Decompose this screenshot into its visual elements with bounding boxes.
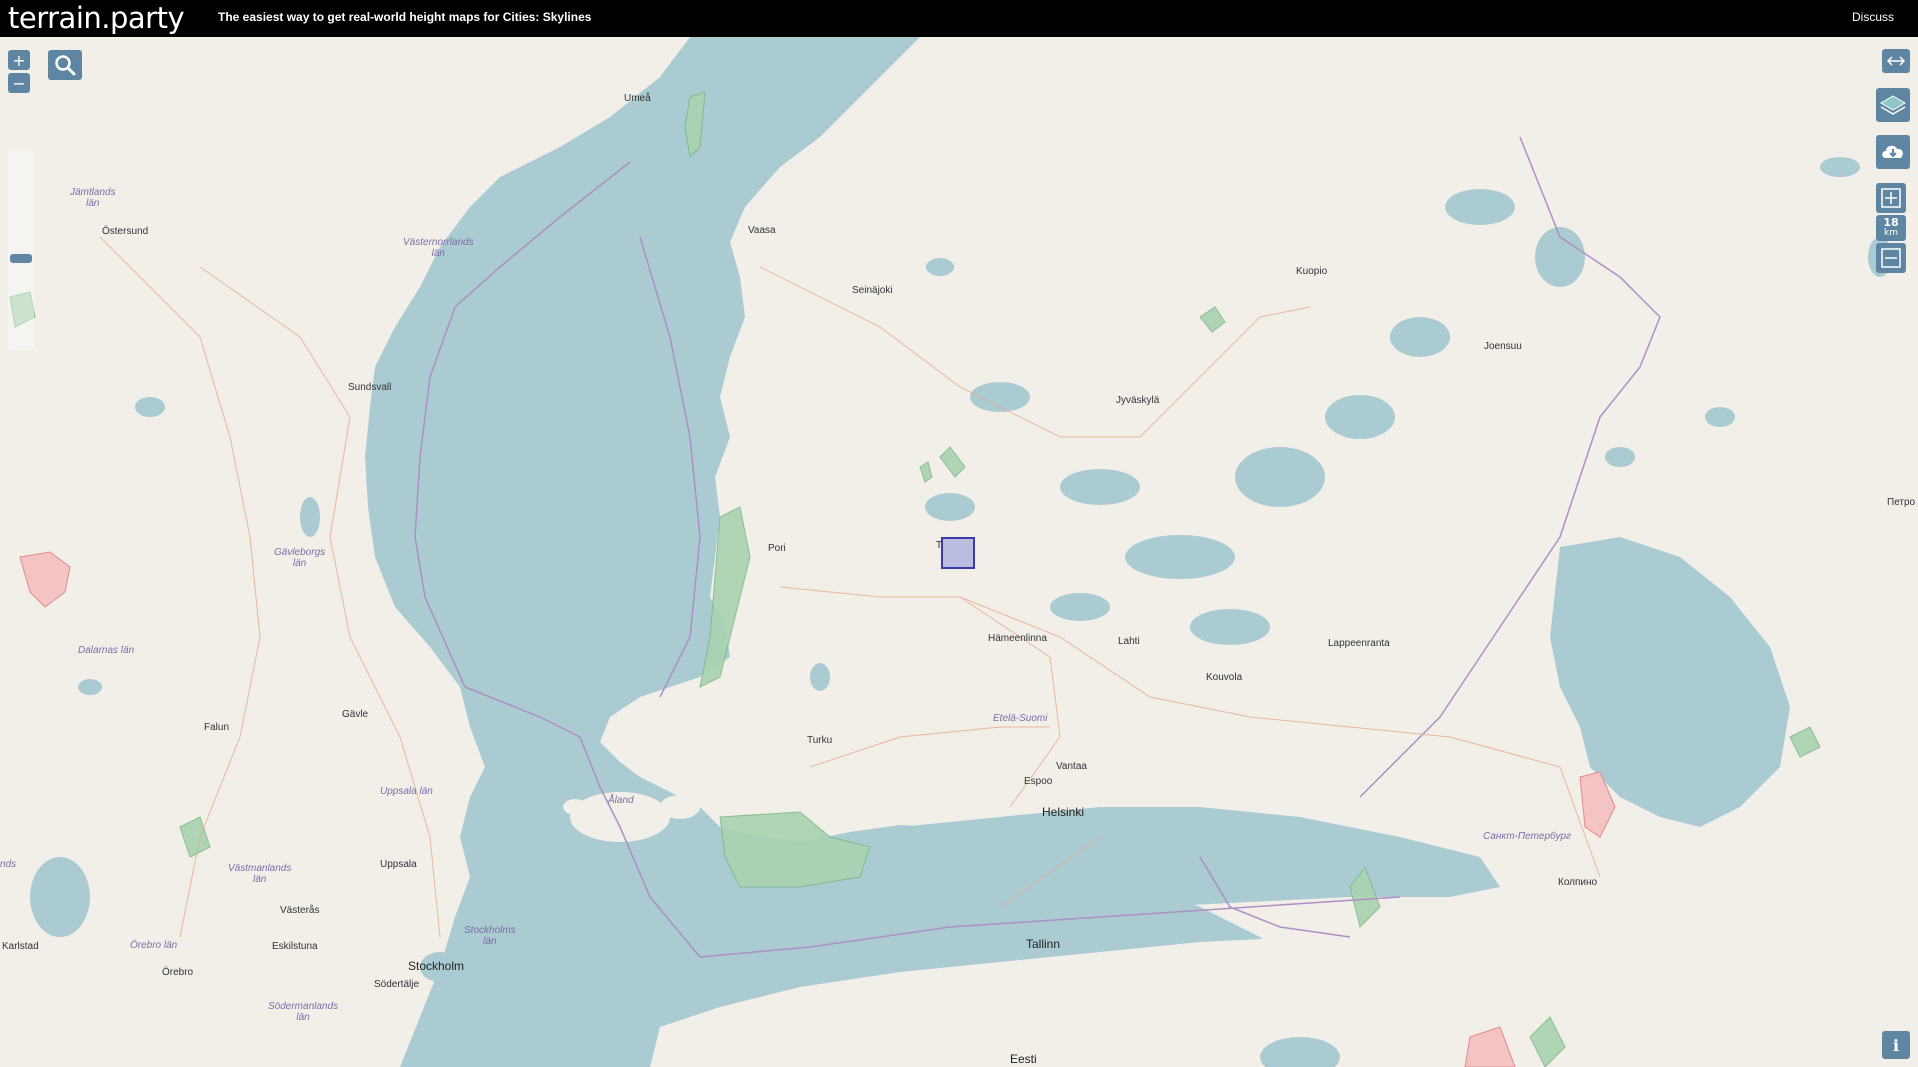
scale-indicator: 18 km xyxy=(1876,215,1906,241)
site-logo[interactable]: terrain.party xyxy=(8,0,185,36)
resize-toggle-button[interactable] xyxy=(1882,49,1910,73)
zoom-in-button[interactable]: + xyxy=(8,50,30,70)
label-lahti: Lahti xyxy=(1118,636,1140,647)
label-sodermanlands: Södermanlands län xyxy=(268,1001,339,1023)
label-petro: Петро xyxy=(1887,497,1916,508)
label-hameenlinna: Hämeenlinna xyxy=(988,633,1047,644)
tagline-text: The easiest way to get real-world height… xyxy=(218,10,503,24)
label-vasteras: Västerås xyxy=(280,905,320,916)
label-stockholms-lan: Stockholms län xyxy=(464,925,516,947)
label-eesti: Eesti xyxy=(1010,1052,1037,1066)
label-jamtlands: Jämtlands län xyxy=(70,187,116,209)
label-kuopio: Kuopio xyxy=(1296,266,1328,277)
label-pori: Pori xyxy=(768,543,786,554)
cloud-download-icon xyxy=(1882,145,1903,158)
tagline-game: Cities: Skylines xyxy=(502,10,592,24)
label-sundsvall: Sundsvall xyxy=(348,382,392,393)
label-etela-suomi: Etelä-Suomi xyxy=(993,713,1048,724)
label-vastmanlands: Västmanlands län xyxy=(228,863,292,885)
label-ostersund: Östersund xyxy=(102,226,149,237)
label-tallinn: Tallinn xyxy=(1026,937,1061,951)
label-lappeenranta: Lappeenranta xyxy=(1328,638,1390,649)
label-orebro: Örebro xyxy=(162,967,194,978)
info-icon: i xyxy=(1892,1035,1900,1055)
layers-button[interactable] xyxy=(1876,88,1910,122)
label-karlstad: Karlstad xyxy=(2,941,39,952)
label-vasternorrlands: Västernorrlands län xyxy=(403,237,474,259)
label-uppsala-lan: Uppsala län xyxy=(380,786,433,797)
label-gavleborgs: Gävleborgs län xyxy=(274,547,326,569)
label-kolpino: Колпино xyxy=(1558,877,1598,888)
map-view[interactable]: Umeå Vaasa Seinäjoki Kuopio Joensuu Jyvä… xyxy=(0,37,1918,1067)
label-seinajoki: Seinäjoki xyxy=(852,285,893,296)
label-gavle: Gävle xyxy=(342,709,369,720)
layers-icon xyxy=(1880,95,1906,115)
label-sankt-peterburg: Санкт-Петербург xyxy=(1483,831,1571,842)
label-espoo: Espoo xyxy=(1024,776,1053,787)
download-button[interactable] xyxy=(1876,135,1910,169)
square-minus-icon xyxy=(1881,248,1901,268)
scale-value: 18 xyxy=(1883,216,1899,229)
label-aland: Åland xyxy=(608,795,634,806)
label-stockholm: Stockholm xyxy=(408,959,465,973)
search-icon xyxy=(55,55,76,76)
selection-box[interactable] xyxy=(941,537,975,569)
label-falun: Falun xyxy=(204,722,230,733)
label-kouvola: Kouvola xyxy=(1206,672,1243,683)
label-umea: Umeå xyxy=(624,93,651,104)
tagline: The easiest way to get real-world height… xyxy=(218,10,591,24)
enlarge-area-button[interactable] xyxy=(1876,183,1906,213)
label-turku: Turku xyxy=(807,735,833,746)
label-vantaa: Vantaa xyxy=(1056,761,1087,772)
label-dalarnas: Dalarnas län xyxy=(78,645,135,656)
label-joensuu: Joensuu xyxy=(1484,341,1522,352)
label-eskilstuna: Eskilstuna xyxy=(272,941,318,952)
zoom-slider[interactable] xyxy=(8,150,34,350)
label-jyvaskyla: Jyväskylä xyxy=(1116,395,1160,406)
label-lands-edge: nds xyxy=(0,859,17,870)
scale-unit: km xyxy=(1884,228,1898,238)
label-sodertalje: Södertälje xyxy=(374,979,420,990)
info-button[interactable]: i xyxy=(1882,1031,1910,1059)
label-orebro-lan: Örebro län xyxy=(130,940,178,951)
top-bar: terrain.party The easiest way to get rea… xyxy=(0,0,1918,37)
zoom-out-button[interactable]: − xyxy=(8,73,30,93)
label-helsinki: Helsinki xyxy=(1042,805,1085,819)
shrink-area-button[interactable] xyxy=(1876,243,1906,273)
zoom-slider-handle[interactable] xyxy=(10,254,32,263)
label-uppsala: Uppsala xyxy=(380,859,417,870)
resize-arrows-icon xyxy=(1886,56,1906,66)
label-tampere: T xyxy=(936,540,943,551)
search-button[interactable] xyxy=(48,50,82,80)
discuss-link[interactable]: Discuss xyxy=(1852,10,1894,24)
label-vaasa: Vaasa xyxy=(748,225,776,236)
square-plus-icon xyxy=(1881,188,1901,208)
